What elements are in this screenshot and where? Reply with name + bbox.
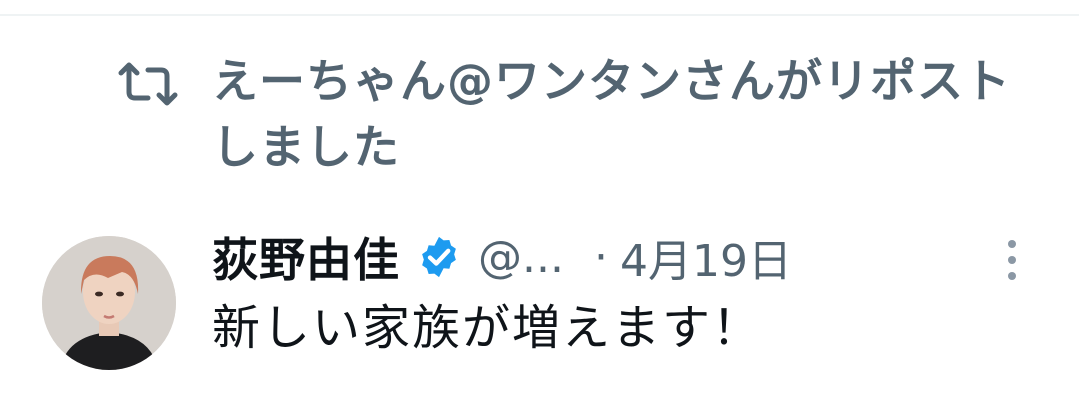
author-name[interactable]: 荻野由佳 — [212, 224, 400, 290]
avatar-image — [42, 236, 176, 370]
avatar[interactable] — [42, 236, 176, 370]
verified-badge-icon[interactable] — [416, 234, 462, 280]
author-handle[interactable]: @... — [478, 232, 564, 283]
tweet-date[interactable]: 4月19日 — [620, 225, 792, 289]
repost-context[interactable]: えーちゃん@ワンタンさんがリポストしました — [0, 48, 1079, 198]
repost-icon — [118, 62, 178, 106]
top-divider — [0, 14, 1079, 16]
repost-text[interactable]: えーちゃん@ワンタンさんがリポストしました — [212, 48, 1042, 180]
separator-dot: · — [593, 231, 608, 283]
tweet-text: 新しい家族が増えます！ — [212, 300, 763, 356]
more-dots-icon[interactable] — [1000, 236, 1024, 284]
tweet-header: 荻野由佳 @... · 4月19日 — [212, 226, 792, 288]
